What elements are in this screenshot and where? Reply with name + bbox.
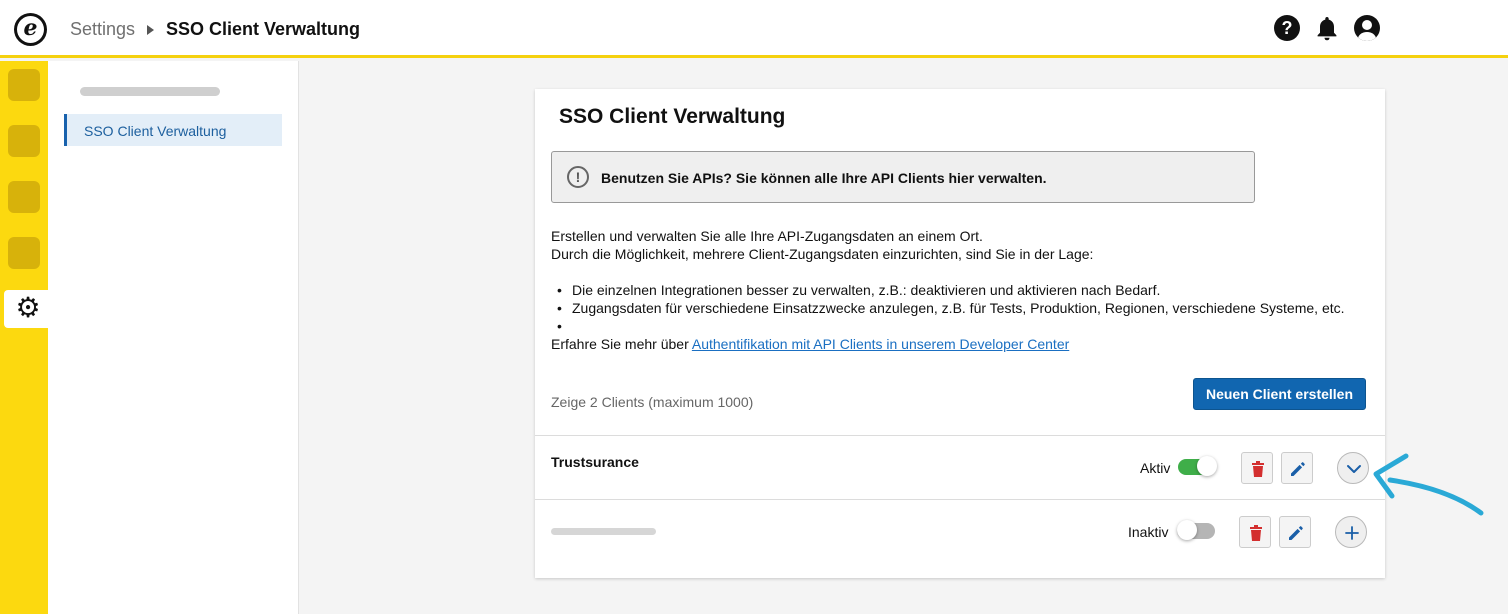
pencil-icon	[1289, 526, 1303, 540]
client-name: Trustsurance	[551, 454, 639, 470]
client-status: Inaktiv	[1128, 524, 1169, 540]
sso-client-card: SSO Client Verwaltung ! Benutzen Sie API…	[535, 89, 1385, 578]
exclamation-icon: !	[567, 166, 589, 188]
table-row: Inaktiv	[535, 499, 1385, 563]
logo-letter: e	[23, 15, 38, 41]
bullet-text: Zugangsdaten für verschiedene Einsatzzwe…	[572, 300, 1345, 316]
list-item	[557, 318, 572, 334]
list-item: Die einzelnen Integrationen besser zu ve…	[557, 282, 1160, 298]
bullet-text: Die einzelnen Integrationen besser zu ve…	[572, 282, 1161, 298]
client-count: Zeige 2 Clients (maximum 1000)	[551, 394, 754, 410]
trash-icon	[1250, 525, 1262, 541]
rail-item-2[interactable]	[8, 125, 40, 157]
description-line-2: Durch die Möglichkeit, mehrere Client-Zu…	[551, 246, 1094, 262]
sidebar-item-sso-client[interactable]: SSO Client Verwaltung	[64, 114, 282, 146]
settings-sidebar: SSO Client Verwaltung	[48, 61, 299, 614]
sidebar-heading-placeholder	[80, 87, 220, 96]
info-banner: ! Benutzen Sie APIs? Sie können alle Ihr…	[551, 151, 1255, 203]
page-title: SSO Client Verwaltung	[559, 105, 786, 128]
trash-icon	[1252, 461, 1264, 477]
edit-button[interactable]	[1281, 452, 1313, 484]
expand-button[interactable]	[1337, 452, 1369, 484]
top-header: e Settings SSO Client Verwaltung ?	[0, 0, 1508, 58]
list-item: Zugangsdaten für verschiedene Einsatzzwe…	[557, 300, 1345, 316]
rail-item-settings[interactable]: ⚙	[4, 290, 48, 328]
pencil-icon	[1291, 462, 1305, 476]
client-status: Aktiv	[1140, 460, 1171, 476]
annotation-arrow-icon	[1373, 453, 1484, 516]
expand-button[interactable]	[1335, 516, 1367, 548]
bell-icon[interactable]	[1314, 15, 1340, 41]
app-logo[interactable]: e	[14, 13, 47, 46]
user-icon[interactable]	[1354, 15, 1380, 41]
learn-more: Erfahre Sie mehr über Authentifikation m…	[551, 336, 1069, 352]
rail-item-1[interactable]	[8, 69, 40, 101]
table-row: Trustsurance Aktiv	[535, 435, 1385, 499]
delete-button[interactable]	[1239, 516, 1271, 548]
breadcrumb-current: SSO Client Verwaltung	[166, 19, 361, 39]
toggle-knob	[1177, 520, 1197, 540]
sidebar-item-label: SSO Client Verwaltung	[84, 123, 227, 139]
learn-more-prefix: Erfahre Sie mehr über	[551, 336, 692, 352]
status-toggle[interactable]	[1178, 456, 1217, 476]
gear-icon: ⚙	[15, 291, 41, 324]
chevron-down-icon	[1347, 465, 1361, 473]
breadcrumb-settings[interactable]: Settings	[70, 19, 135, 40]
description-line-1: Erstellen und verwalten Sie alle Ihre AP…	[551, 228, 983, 244]
delete-button[interactable]	[1241, 452, 1273, 484]
plus-icon	[1345, 526, 1359, 540]
app-rail: ⚙	[0, 61, 48, 614]
edit-button[interactable]	[1279, 516, 1311, 548]
status-toggle[interactable]	[1177, 520, 1215, 540]
client-name-placeholder	[551, 528, 656, 535]
help-icon[interactable]: ?	[1274, 15, 1300, 41]
rail-item-4[interactable]	[8, 237, 40, 269]
developer-center-link[interactable]: Authentifikation mit API Clients in unse…	[692, 336, 1069, 352]
toggle-knob	[1197, 456, 1217, 476]
breadcrumb-separator-icon	[147, 25, 154, 35]
create-client-button[interactable]: Neuen Client erstellen	[1193, 378, 1366, 410]
rail-item-3[interactable]	[8, 181, 40, 213]
info-banner-text: Benutzen Sie APIs? Sie können alle Ihre …	[601, 170, 1047, 186]
